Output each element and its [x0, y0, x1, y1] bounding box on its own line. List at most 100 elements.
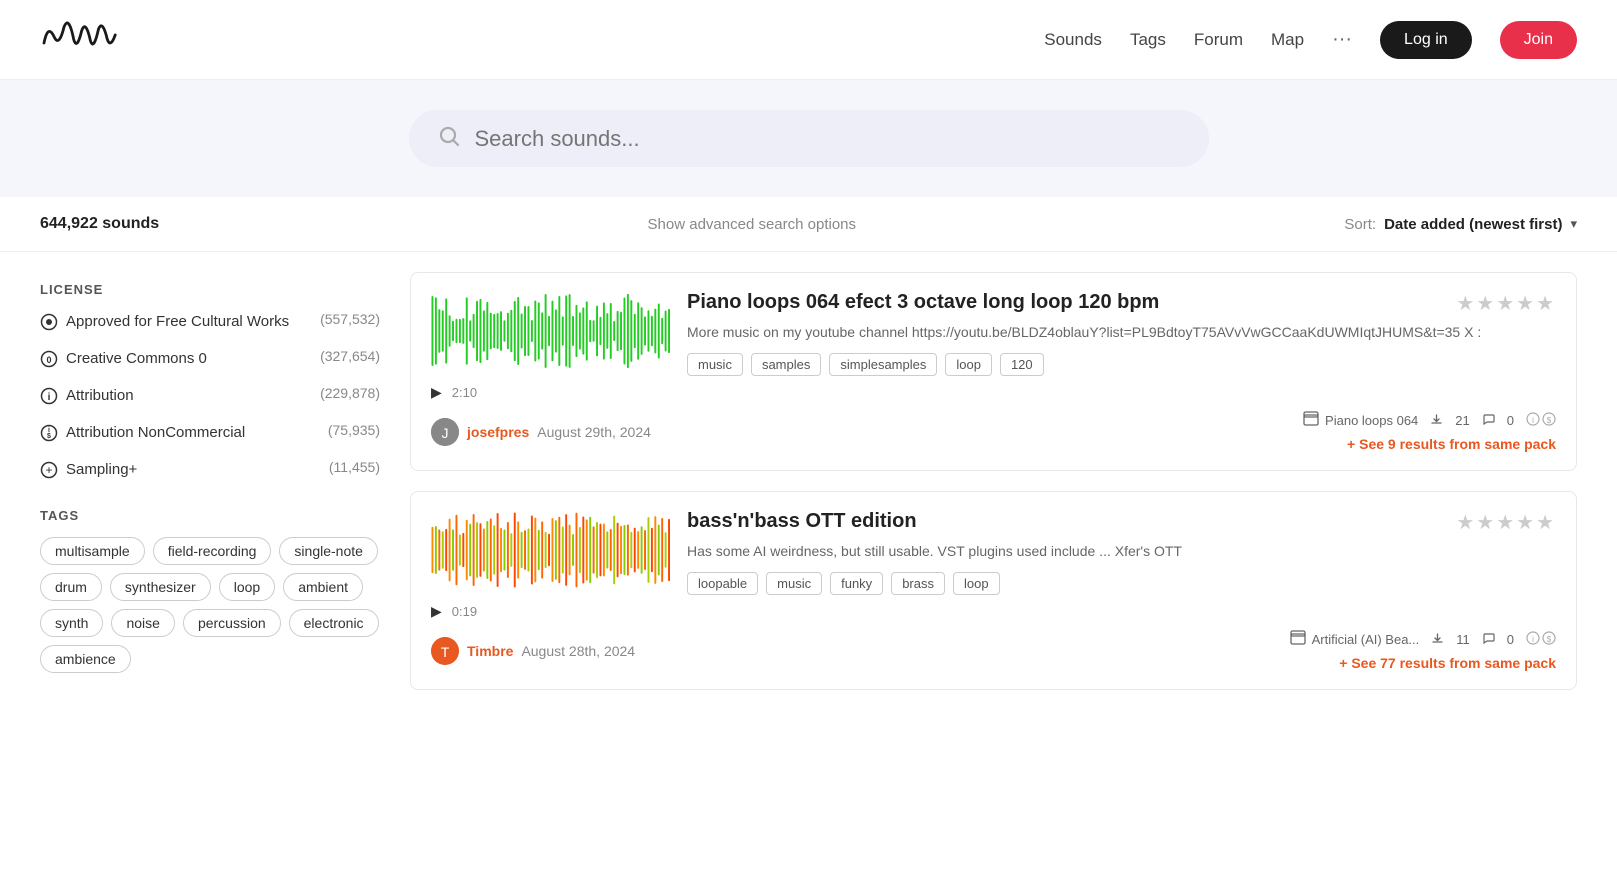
tag-pill-ambience[interactable]: ambience	[40, 645, 131, 673]
upload-date-1: August 28th, 2024	[521, 643, 635, 659]
tag-pill-drum[interactable]: drum	[40, 573, 102, 601]
nav-sounds[interactable]: Sounds	[1044, 30, 1102, 50]
license-badge-icon-0: i$	[1526, 412, 1556, 429]
tag-loopable[interactable]: loopable	[687, 572, 758, 595]
nav-map[interactable]: Map	[1271, 30, 1304, 50]
license-name-attribution-nc: Attribution NonCommercial	[66, 422, 320, 443]
svg-text:$: $	[1547, 416, 1552, 425]
tag-pill-percussion[interactable]: percussion	[183, 609, 281, 637]
star-rating-0[interactable]: ★★★★★	[1456, 291, 1556, 316]
join-button[interactable]: Join	[1500, 21, 1577, 59]
svg-text:i: i	[48, 392, 51, 403]
svg-text:0: 0	[46, 355, 51, 365]
results-count: 644,922 sounds	[40, 215, 159, 233]
license-count-attribution: (229,878)	[320, 385, 380, 401]
username-0[interactable]: josefpres	[467, 424, 529, 440]
duration-0: 2:10	[452, 385, 477, 400]
nav-forum[interactable]: Forum	[1194, 30, 1243, 50]
see-more-pack-1[interactable]: + See 77 results from same pack	[1339, 655, 1556, 671]
tag-pill-synthesizer[interactable]: synthesizer	[110, 573, 211, 601]
tag-simplesamples[interactable]: simplesamples	[829, 353, 937, 376]
license-item-cc0[interactable]: 0 Creative Commons 0 (327,654)	[40, 348, 380, 373]
pack-name-0[interactable]: Piano loops 064	[1325, 413, 1418, 428]
tag-music[interactable]: music	[687, 353, 743, 376]
comment-icon-0	[1476, 413, 1495, 429]
nav-tags[interactable]: Tags	[1130, 30, 1166, 50]
nav-more[interactable]: ···	[1332, 28, 1352, 51]
license-item-attribution[interactable]: i Attribution (229,878)	[40, 385, 380, 410]
waveform-1	[431, 510, 671, 595]
pack-info-0: Piano loops 064 21 0 i$	[1303, 411, 1556, 430]
tag-music[interactable]: music	[766, 572, 822, 595]
svg-text:+: +	[45, 463, 52, 477]
sound-card-footer-0: J josefpres August 29th, 2024 Piano loop…	[431, 411, 1556, 452]
logo[interactable]	[40, 12, 120, 67]
login-button[interactable]: Log in	[1380, 21, 1472, 59]
tag-samples[interactable]: samples	[751, 353, 821, 376]
see-more-pack-0[interactable]: + See 9 results from same pack	[1347, 436, 1556, 452]
pack-icon-1	[1290, 630, 1306, 649]
download-count-1: 11	[1456, 632, 1470, 647]
pack-name-1[interactable]: Artificial (AI) Bea...	[1312, 632, 1420, 647]
license-item-sampling[interactable]: + Sampling+ (11,455)	[40, 459, 380, 484]
license-icon-sampling: +	[40, 461, 58, 484]
tags-grid: multisample field-recordingsingle-note dru…	[40, 537, 380, 673]
license-list: Approved for Free Cultural Works (557,53…	[40, 311, 380, 484]
tag-pill-ambient[interactable]: ambient	[283, 573, 363, 601]
sound-title-1[interactable]: bass'n'bass OTT edition	[687, 510, 917, 533]
tag-loop[interactable]: loop	[945, 353, 992, 376]
search-section	[0, 80, 1617, 197]
play-button-0[interactable]: ▶	[431, 384, 442, 401]
download-count-0: 21	[1455, 413, 1469, 428]
license-count-sampling: (11,455)	[329, 459, 380, 475]
comment-icon-1	[1476, 632, 1495, 648]
sound-desc-1: Has some AI weirdness, but still usable.…	[687, 541, 1556, 562]
tag-list-1: loopable music funky brass loop	[687, 572, 1556, 595]
tag-pill-loop[interactable]: loop	[219, 573, 275, 601]
tags-section-title: TAGS	[40, 508, 380, 523]
main-nav: Sounds Tags Forum Map ··· Log in Join	[1044, 21, 1577, 59]
pack-icon-0	[1303, 411, 1319, 430]
svg-text:i: i	[1532, 416, 1534, 425]
user-info-0: J josefpres August 29th, 2024	[431, 418, 651, 446]
tag-pill-noise[interactable]: noise	[111, 609, 174, 637]
results-bar: 644,922 sounds Show advanced search opti…	[0, 197, 1617, 252]
search-bar-container	[409, 110, 1209, 167]
play-button-1[interactable]: ▶	[431, 603, 442, 620]
upload-date-0: August 29th, 2024	[537, 424, 651, 440]
advanced-search-toggle[interactable]: Show advanced search options	[648, 216, 856, 233]
star-rating-1[interactable]: ★★★★★	[1456, 510, 1556, 535]
tag-120[interactable]: 120	[1000, 353, 1044, 376]
username-1[interactable]: Timbre	[467, 643, 513, 659]
pack-section-0: Piano loops 064 21 0 i$ + See 9 results …	[1303, 411, 1556, 452]
license-badge-icon-1: i$	[1526, 631, 1556, 648]
tags-section: TAGS multisample field-recordingsingle-no…	[40, 508, 380, 673]
tag-pill-field-recording[interactable]: field-recording	[153, 537, 272, 565]
license-item-attribution-nc[interactable]: i$ Attribution NonCommercial (75,935)	[40, 422, 380, 447]
tag-pill-synth[interactable]: synth	[40, 609, 103, 637]
comment-count-0: 0	[1507, 413, 1514, 428]
download-icon-1	[1425, 632, 1444, 648]
tag-funky[interactable]: funky	[830, 572, 883, 595]
license-item-free-cultural[interactable]: Approved for Free Cultural Works (557,53…	[40, 311, 380, 336]
duration-1: 0:19	[452, 604, 477, 619]
tag-brass[interactable]: brass	[891, 572, 945, 595]
main-layout: LICENSE Approved for Free Cultural Works…	[0, 252, 1617, 730]
tag-pill-electronic[interactable]: electronic	[289, 609, 379, 637]
pack-section-1: Artificial (AI) Bea... 11 0 i$ + See 77 …	[1290, 630, 1556, 671]
sound-title-0[interactable]: Piano loops 064 efect 3 octave long loop…	[687, 291, 1159, 314]
license-count-free-cultural: (557,532)	[320, 311, 380, 327]
sound-info-1: bass'n'bass OTT edition ★★★★★ Has some A…	[687, 510, 1556, 605]
tag-pill-single-note[interactable]: single-note	[279, 537, 378, 565]
license-icon-attribution: i	[40, 387, 58, 410]
sound-card-1: ▶ 0:19 bass'n'bass OTT edition ★★★★★ Has…	[410, 491, 1577, 690]
chevron-down-icon[interactable]: ▾	[1570, 216, 1577, 232]
sort-value[interactable]: Date added (newest first)	[1384, 216, 1562, 233]
license-count-attribution-nc: (75,935)	[328, 422, 380, 438]
search-input[interactable]	[475, 126, 1181, 152]
comment-count-1: 0	[1507, 632, 1514, 647]
avatar-0: J	[431, 418, 459, 446]
tag-loop[interactable]: loop	[953, 572, 1000, 595]
tag-pill-multisample[interactable]: multisample	[40, 537, 145, 565]
header: Sounds Tags Forum Map ··· Log in Join	[0, 0, 1617, 80]
